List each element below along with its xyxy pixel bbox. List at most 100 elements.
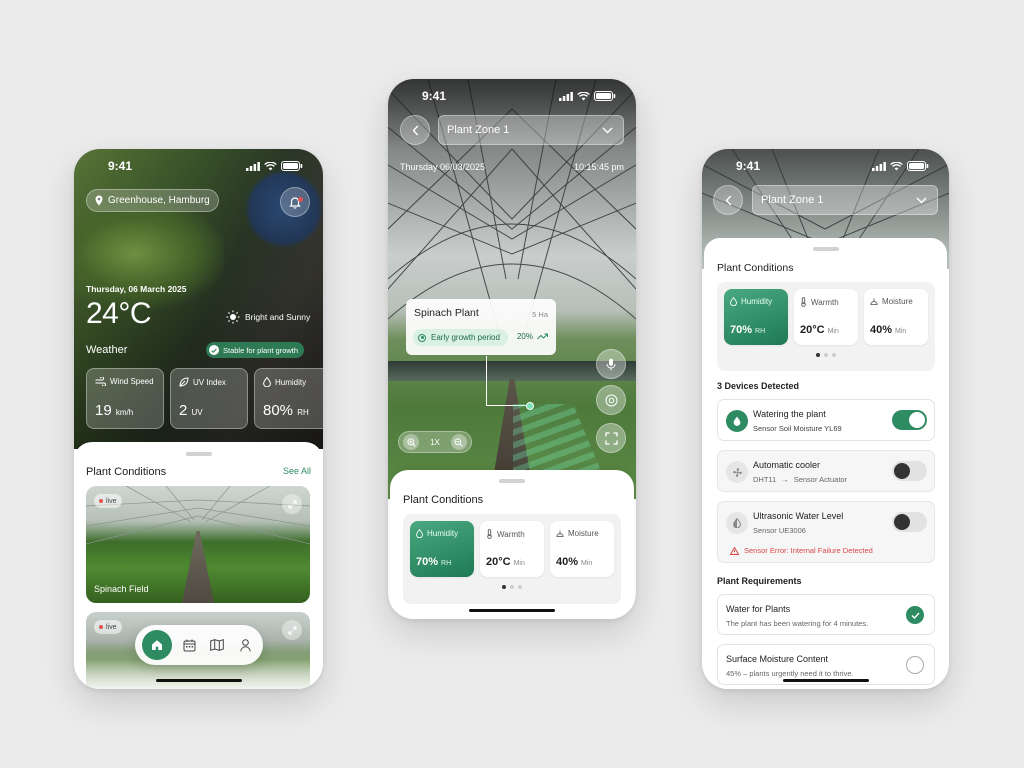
status-bar: 9:41 [74,149,323,183]
live-dot [99,499,103,503]
zone-dropdown-value: Plant Zone 1 [761,194,824,206]
sensor-target: Sensor Actuator [793,475,848,484]
wifi-icon [577,91,590,100]
status-time: 9:41 [736,159,761,173]
condition-card-moisture[interactable]: Moisture 40% Min [864,289,928,345]
sensor-error-text: Sensor Error: Internal Failure Detected [744,546,873,555]
expand-button[interactable] [282,620,302,640]
sheet-title: Plant Conditions [86,466,167,478]
see-all-link[interactable]: See All [283,466,311,476]
nav-profile[interactable] [234,634,256,656]
notification-button[interactable] [280,187,310,217]
chevron-left-icon [412,125,418,135]
zoom-level: 1X [430,437,440,447]
focus-button[interactable] [596,385,626,415]
drop-icon [733,416,741,426]
plant-info-card[interactable]: Spinach Plant 5 Ha Early growth period 2… [406,299,556,355]
weather-label: Weather [86,344,128,356]
zone-dropdown-value: Plant Zone 1 [447,124,510,136]
stat-card-humidity[interactable]: Humidity 80% RH [254,368,323,429]
condition-unit: Min [827,328,839,335]
drop-icon [416,529,423,538]
empty-circle-icon[interactable] [906,656,924,674]
condition-card-humidity[interactable]: Humidity 70% RH [724,289,788,345]
stat-card-wind[interactable]: Wind Speed 19 km/h [86,368,164,429]
device-row-ultrasonic[interactable]: Ultrasonic Water Level Sensor UE3006 Sen… [717,501,935,563]
device-toggle[interactable] [892,410,927,430]
stat-label: Wind Speed [110,377,154,386]
device-sensor: Sensor UE3006 [753,526,806,535]
water-level-icon-badge [726,512,748,534]
zoom-in-icon [406,437,416,447]
zone-dropdown[interactable]: Plant Zone 1 [438,115,624,145]
expand-button[interactable] [282,494,302,514]
mic-button[interactable] [596,349,626,379]
sheet-handle[interactable] [185,452,212,456]
device-toggle[interactable] [892,512,927,532]
condition-value: 70% [416,556,439,568]
stat-unit: UV [191,408,203,417]
pagination-dots[interactable] [410,585,614,589]
sensor-source: DHT11 [753,475,777,484]
home-indicator [469,609,555,612]
signal-icon [872,161,886,171]
microphone-icon [606,358,616,370]
signal-icon [246,161,260,171]
condition-card-warmth[interactable]: Warmth 20°C Min [794,289,858,345]
fullscreen-button[interactable] [596,423,626,453]
location-chip[interactable]: Greenhouse, Hamburg [86,189,219,212]
status-icons [872,161,929,171]
status-time: 9:41 [422,89,447,103]
home-icon [152,640,162,650]
fan-icon [732,467,742,477]
chevron-down-icon [916,197,927,203]
chevron-down-icon [602,127,613,133]
condition-label: Moisture [568,529,599,538]
requirement-desc: 45% – plants urgently need it to thrive. [726,669,854,678]
sensor-error-message: Sensor Error: Internal Failure Detected [730,546,873,555]
moisture-icon [556,530,564,538]
nav-map[interactable] [206,634,228,656]
zoom-out-button[interactable] [450,434,467,450]
sheet-handle[interactable] [812,247,839,251]
growth-stage-pill: Early growth period [413,329,508,346]
sheet-title: Plant Conditions [717,262,794,274]
location-label: Greenhouse, Hamburg [108,195,210,206]
weather-condition: Bright and Sunny [226,310,310,324]
status-icons [246,161,303,171]
back-button[interactable] [713,185,743,215]
conditions-panel: Humidity 70% RH Warmth 20°C Min Moisture 4… [717,282,935,371]
zoom-in-button[interactable] [403,434,419,450]
trend-up-icon [537,333,548,340]
condition-card-warmth[interactable]: Warmth 20°C Min [480,521,544,577]
leaf-icon [179,377,189,387]
condition-label: Warmth [811,297,839,307]
zone-dropdown[interactable]: Plant Zone 1 [752,185,938,215]
temperature-value: 24°C [86,297,152,330]
nav-calendar[interactable] [178,634,200,656]
stat-value: 80% [263,402,294,419]
condition-card-moisture[interactable]: Moisture 40% Min [550,521,614,577]
device-toggle[interactable] [892,461,927,481]
stable-badge-label: Stable for plant growth [223,345,299,355]
back-button[interactable] [400,115,430,145]
growth-stage-label: Early growth period [431,333,500,342]
requirement-row-water[interactable]: Water for Plants The plant has been wate… [717,594,935,635]
calendar-icon [183,639,195,651]
nav-home[interactable] [142,630,172,660]
check-circle-icon[interactable] [906,606,924,624]
field-card-spinach[interactable]: live Spinach Field [86,486,310,603]
sheet-handle[interactable] [499,479,525,483]
condition-card-humidity[interactable]: Humidity 70% RH [410,521,474,577]
condition-label: Humidity [427,529,459,538]
condition-label: Moisture [882,297,913,306]
device-row-watering[interactable]: Watering the plant Sensor Soil Moisture … [717,399,935,441]
device-row-cooler[interactable]: Automatic cooler DHT11 → Sensor Actuator [717,450,935,492]
plant-conditions-sheet: Plant Conditions Humidity 70% RH Warmth 2… [390,470,634,619]
wind-icon [95,377,106,386]
pagination-dots[interactable] [724,353,928,357]
plant-area: 5 Ha [532,310,548,319]
stat-label: Humidity [275,377,307,387]
stat-card-uv[interactable]: UV Index 2 UV [170,368,248,429]
half-drop-icon [733,518,741,528]
